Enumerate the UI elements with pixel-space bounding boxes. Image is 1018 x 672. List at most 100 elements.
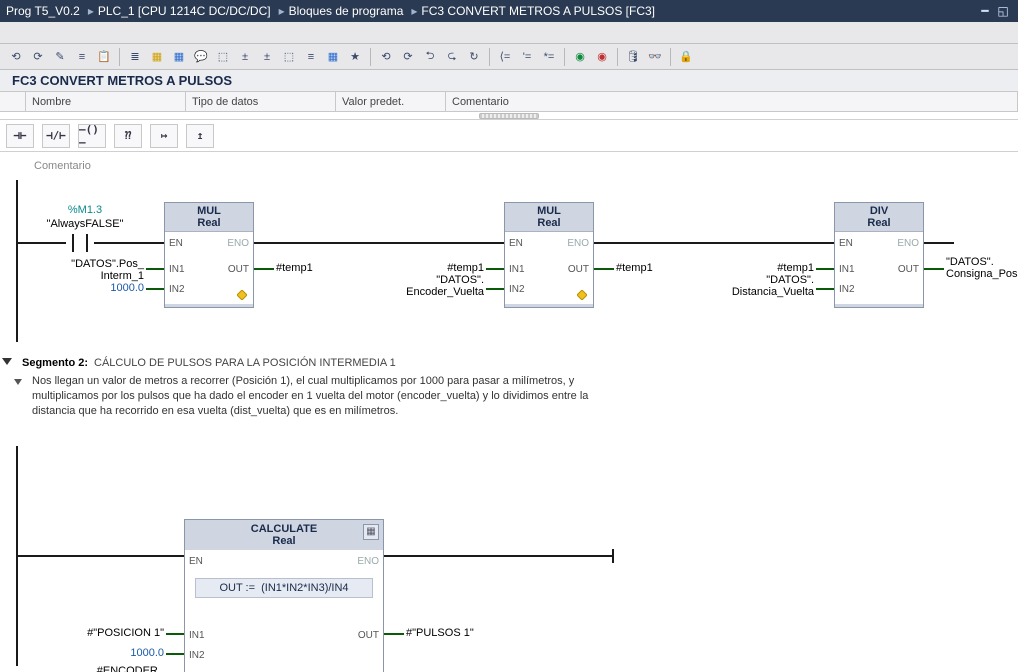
port-in2: IN2	[169, 284, 185, 295]
box-calculate[interactable]: CALCULATE Real ▦ EN ENO OUT := (IN1*IN2*…	[184, 519, 384, 672]
toolbar-button[interactable]: ⟳	[28, 47, 48, 67]
block-title: FC3 CONVERT METROS A PULSOS	[0, 70, 1018, 92]
toolbar-button[interactable]: 👓	[645, 47, 665, 67]
settings-icon[interactable]: ▦	[363, 524, 379, 540]
segment-comment-text[interactable]: Nos llegan un valor de metros a recorrer…	[32, 374, 592, 419]
main-toolbar: ⟲ ⟳ ✎ ≡ 📋 ≣ ▦ ▦ 💬 ⬚ ± ± ⬚ ≡ ▦ ★ ⟲ ⟳ ⮌ ⮎ …	[0, 44, 1018, 70]
toolbar-button[interactable]: ±	[257, 47, 277, 67]
operand[interactable]: #temp1	[276, 262, 313, 274]
toolbar-button[interactable]: ⬚	[213, 47, 233, 67]
breadcrumb-sep: ▸	[411, 4, 417, 18]
segment-comment[interactable]: Comentario	[34, 160, 1018, 172]
toolbar-button[interactable]: ▦	[147, 47, 167, 67]
toolbar-button[interactable]: ★	[345, 47, 365, 67]
box-mul-1[interactable]: MULReal EN ENO IN1 OUT IN2	[164, 202, 254, 308]
toolbar-button[interactable]: ⟳	[398, 47, 418, 67]
toolbar-button[interactable]: ⮌	[420, 47, 440, 67]
operand[interactable]: #"POSICION 1"	[54, 627, 164, 639]
port-in1: IN1	[509, 264, 525, 275]
segment-2-comment[interactable]: Nos llegan un valor de metros a recorrer…	[0, 374, 1018, 425]
port-in1: IN1	[169, 264, 185, 275]
toolbar-button[interactable]: '=	[517, 47, 537, 67]
splitter[interactable]	[0, 112, 1018, 120]
port-out: OUT	[228, 264, 249, 275]
lad-btn-branch-close[interactable]: ↥	[186, 124, 214, 148]
port-out: OUT	[358, 630, 379, 641]
breadcrumb-item[interactable]: Prog T5_V0.2	[6, 4, 80, 18]
operand[interactable]: #temp1	[756, 262, 814, 274]
port-en: EN	[189, 556, 203, 567]
toolbar-button[interactable]: ▦	[169, 47, 189, 67]
twisty-icon[interactable]	[2, 356, 16, 370]
add-pin-icon[interactable]	[237, 290, 247, 300]
port-out: OUT	[568, 264, 589, 275]
operand[interactable]: 1000.0	[34, 282, 144, 294]
window-min-icon[interactable]: ━	[976, 4, 994, 18]
breadcrumb-item[interactable]: FC3 CONVERT METROS A PULSOS [FC3]	[421, 4, 655, 18]
port-eno: ENO	[357, 556, 379, 567]
operand[interactable]: "DATOS". Distancia_Vuelta	[706, 274, 814, 298]
operand[interactable]: #ENCODER_ VUELTA	[54, 665, 164, 672]
network-1[interactable]: %M1.3 "AlwaysFALSE" MULReal EN ENO IN1 O…	[34, 178, 1018, 338]
toolbar-button[interactable]: ≡	[72, 47, 92, 67]
iface-col-tipo[interactable]: Tipo de datos	[186, 92, 336, 111]
interface-header: Nombre Tipo de datos Valor predet. Comen…	[0, 92, 1018, 112]
toolbar-button[interactable]: 📋	[94, 47, 114, 67]
port-en: EN	[169, 238, 183, 249]
iface-col-valor[interactable]: Valor predet.	[336, 92, 446, 111]
toolbar-button[interactable]: ≡	[301, 47, 321, 67]
calculate-expression[interactable]: OUT := (IN1*IN2*IN3)/IN4	[195, 578, 373, 598]
port-eno: ENO	[227, 238, 249, 249]
operand[interactable]: #"PULSOS 1"	[406, 627, 474, 639]
box-mul-2[interactable]: MULReal EN ENO IN1 OUT IN2	[504, 202, 594, 308]
port-in1: IN1	[839, 264, 855, 275]
port-in2: IN2	[509, 284, 525, 295]
toolbar-button[interactable]: ✎	[50, 47, 70, 67]
add-pin-icon[interactable]	[577, 290, 587, 300]
twisty-icon[interactable]	[14, 376, 26, 388]
network-2[interactable]: CALCULATE Real ▦ EN ENO OUT := (IN1*IN2*…	[34, 425, 1018, 665]
operand-symbol[interactable]: "AlwaysFALSE"	[28, 218, 142, 230]
toolbar-button[interactable]: ⟲	[6, 47, 26, 67]
interface-expand-col[interactable]	[0, 92, 26, 111]
operand[interactable]: #temp1	[426, 262, 484, 274]
iface-col-nombre[interactable]: Nombre	[26, 92, 186, 111]
toolbar-button[interactable]: ⟲	[376, 47, 396, 67]
segment-2-header[interactable]: Segmento 2: CÁLCULO DE PULSOS PARA LA PO…	[0, 352, 1018, 374]
toolbar-button[interactable]: ⟨=	[495, 47, 515, 67]
no-contact[interactable]	[66, 234, 94, 252]
toolbar-button[interactable]: 🔒	[676, 47, 696, 67]
iface-col-comentario[interactable]: Comentario	[446, 92, 1018, 111]
toolbar-button[interactable]: ±	[235, 47, 255, 67]
operand[interactable]: 1000.0	[54, 647, 164, 659]
window-restore-icon[interactable]: ◱	[994, 4, 1012, 18]
lad-btn-contact[interactable]: ⊣⊢	[6, 124, 34, 148]
lad-btn-contact-neg[interactable]: ⊣/⊢	[42, 124, 70, 148]
segment-title[interactable]: CÁLCULO DE PULSOS PARA LA POSICIÓN INTER…	[94, 357, 396, 369]
toolbar-button[interactable]: ▦	[323, 47, 343, 67]
eno-terminator	[612, 549, 614, 563]
breadcrumb-item[interactable]: PLC_1 [CPU 1214C DC/DC/DC]	[98, 4, 271, 18]
toolbar-button[interactable]: *=	[539, 47, 559, 67]
box-div[interactable]: DIVReal EN ENO IN1 OUT IN2	[834, 202, 924, 308]
lad-btn-coil[interactable]: —()—	[78, 124, 106, 148]
toolbar-button[interactable]: 💬	[191, 47, 211, 67]
title-bar: Prog T5_V0.2 ▸ PLC_1 [CPU 1214C DC/DC/DC…	[0, 0, 1018, 22]
operand-address[interactable]: %M1.3	[40, 204, 130, 216]
toolbar-button[interactable]: ⬚	[279, 47, 299, 67]
lad-btn-branch[interactable]: ↦	[150, 124, 178, 148]
operand[interactable]: "DATOS". Encoder_Vuelta	[386, 274, 484, 298]
lad-btn-box[interactable]: ⁇	[114, 124, 142, 148]
toolbar-button[interactable]: ◉	[570, 47, 590, 67]
operand[interactable]: #temp1	[616, 262, 653, 274]
toolbar-button[interactable]: ◉	[592, 47, 612, 67]
toolbar-button[interactable]: 🛢	[623, 47, 643, 67]
operand[interactable]: "DATOS". Consigna_Pos1	[946, 256, 1018, 280]
toolbar-button[interactable]: ≣	[125, 47, 145, 67]
breadcrumb-sep: ▸	[88, 4, 94, 18]
toolbar-button[interactable]: ⮎	[442, 47, 462, 67]
breadcrumb-item[interactable]: Bloques de programa	[289, 4, 404, 18]
operand[interactable]: "DATOS".Pos_ Interm_1	[34, 258, 144, 282]
port-eno: ENO	[897, 238, 919, 249]
toolbar-button[interactable]: ↻	[464, 47, 484, 67]
